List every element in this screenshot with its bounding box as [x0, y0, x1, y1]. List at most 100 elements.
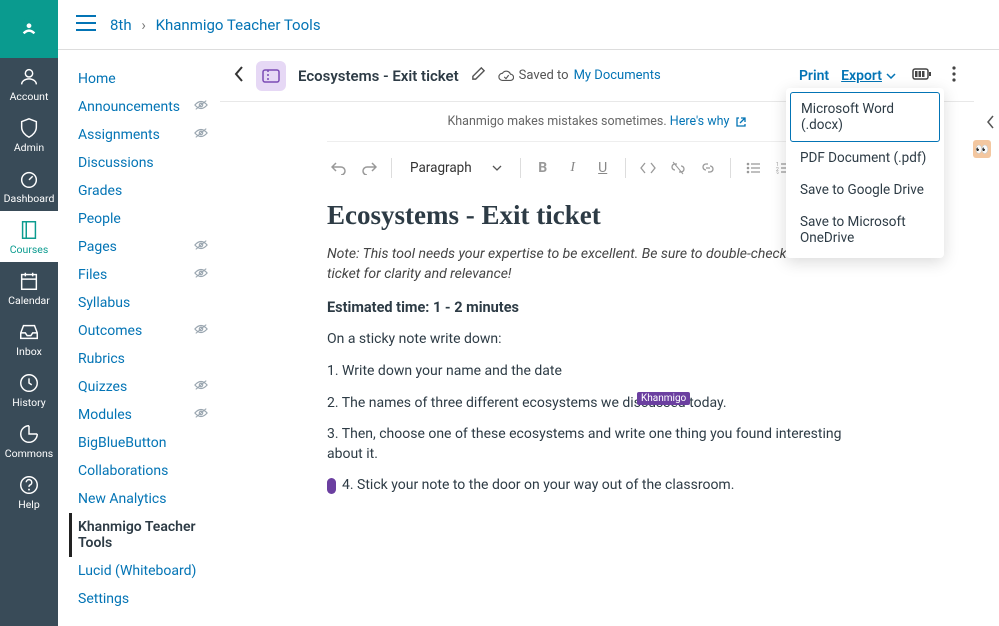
coursenav-collaborations[interactable]: Collaborations [78, 457, 208, 485]
export-option-gdrive[interactable]: Save to Google Drive [790, 174, 940, 206]
undo-icon[interactable] [327, 156, 351, 180]
info-text: Khanmigo makes mistakes sometimes. [447, 114, 666, 129]
print-button[interactable]: Print [799, 68, 829, 84]
nav-label: Admin [14, 141, 44, 154]
more-icon[interactable] [948, 62, 960, 90]
course-item-label: Files [78, 267, 107, 283]
chevron-down-icon [492, 165, 502, 171]
hidden-icon [194, 99, 208, 115]
coursenav-home[interactable]: Home [78, 65, 208, 93]
course-item-label: Announcements [78, 99, 180, 115]
course-item-label: Modules [78, 407, 132, 423]
course-item-label: Discussions [78, 155, 154, 171]
coursenav-assignments[interactable]: Assignments [78, 121, 208, 149]
course-item-label: People [78, 211, 121, 227]
globalnav-courses[interactable]: Courses [0, 211, 58, 262]
logo-icon [16, 16, 42, 42]
app-logo[interactable] [0, 0, 58, 58]
chevron-down-icon [886, 73, 896, 79]
cloud-check-icon [498, 69, 514, 83]
globalnav-history[interactable]: History [0, 364, 58, 415]
info-link[interactable]: Here's why [670, 114, 730, 129]
globalnav-admin[interactable]: Admin [0, 109, 58, 160]
khanmigo-tag: Khanmigo [637, 392, 690, 405]
underline-icon[interactable]: U [591, 156, 615, 180]
cursor-indicator [327, 478, 336, 494]
clock-icon [18, 372, 40, 394]
nav-label: Dashboard [4, 192, 55, 205]
redo-icon[interactable] [357, 156, 381, 180]
export-option-docx[interactable]: Microsoft Word (.docx) [790, 92, 940, 142]
shield-icon [18, 117, 40, 139]
format-select[interactable]: Paragraph [402, 156, 510, 180]
coursenav-files[interactable]: Files [78, 261, 208, 289]
coursenav-syllabus[interactable]: Syllabus [78, 289, 208, 317]
hidden-icon [194, 239, 208, 255]
course-item-label: New Analytics [78, 491, 166, 507]
hidden-icon [194, 407, 208, 423]
coursenav-quizzes[interactable]: Quizzes [78, 373, 208, 401]
link-icon[interactable] [696, 156, 720, 180]
globalnav-commons[interactable]: Commons [0, 415, 58, 466]
course-item-label: Quizzes [78, 379, 127, 395]
doc-item: 3. Then, choose one of these ecosystems … [327, 425, 867, 464]
coursenav-pages[interactable]: Pages [78, 233, 208, 261]
coursenav-lucid-whiteboard-[interactable]: Lucid (Whiteboard) [78, 557, 208, 585]
gauge-icon [18, 168, 40, 190]
export-option-onedrive[interactable]: Save to Microsoft OneDrive [790, 206, 940, 254]
ticket-icon [256, 61, 286, 91]
user-icon [18, 66, 40, 88]
export-option-pdf[interactable]: PDF Document (.pdf) [790, 142, 940, 174]
coursenav-new-analytics[interactable]: New Analytics [78, 485, 208, 513]
italic-icon[interactable]: I [561, 156, 585, 180]
bold-icon[interactable]: B [531, 156, 555, 180]
export-button[interactable]: Export [841, 68, 896, 84]
coursenav-bigbluebutton[interactable]: BigBlueButton [78, 429, 208, 457]
course-item-label: Syllabus [78, 295, 130, 311]
battery-icon[interactable] [908, 64, 936, 88]
coursenav-people[interactable]: People [78, 205, 208, 233]
globalnav-dashboard[interactable]: Dashboard [0, 160, 58, 211]
course-nav: Home Announcements Assignments Discussions G… [78, 65, 208, 613]
coursenav-discussions[interactable]: Discussions [78, 149, 208, 177]
back-icon[interactable] [234, 66, 244, 86]
breadcrumb-course[interactable]: 8th [110, 16, 132, 34]
globalnav-help[interactable]: Help [0, 466, 58, 517]
nav-label: Courses [10, 243, 49, 256]
hidden-icon [194, 379, 208, 395]
unlink-icon[interactable] [666, 156, 690, 180]
hidden-icon [194, 267, 208, 283]
export-menu: Microsoft Word (.docx) PDF Document (.pd… [786, 88, 944, 258]
coursenav-modules[interactable]: Modules [78, 401, 208, 429]
breadcrumb-sep: › [141, 16, 146, 34]
course-item-label: BigBlueButton [78, 435, 166, 451]
coursenav-outcomes[interactable]: Outcomes [78, 317, 208, 345]
globalnav-calendar[interactable]: Calendar [0, 262, 58, 313]
saved-text: Saved to [519, 68, 569, 83]
breadcrumb-tool[interactable]: Khanmigo Teacher Tools [156, 16, 321, 34]
globalnav-account[interactable]: Account [0, 58, 58, 109]
doc-item: 1. Write down your name and the date [327, 362, 867, 382]
nav-label: Calendar [8, 294, 50, 307]
doc-item-text: 4. Stick your note to the door on your w… [342, 477, 734, 493]
bullet-list-icon[interactable] [741, 156, 765, 180]
collapse-panel-icon[interactable] [987, 115, 995, 133]
edit-title-icon[interactable] [471, 66, 486, 85]
coursenav-khanmigo-teacher-tools[interactable]: Khanmigo Teacher Tools [69, 513, 208, 557]
breadcrumb: 8th › Khanmigo Teacher Tools [110, 16, 321, 34]
hamburger-icon[interactable] [76, 15, 96, 35]
doc-item: 4. Stick your note to the door on your w… [327, 476, 867, 496]
nav-label: History [12, 396, 45, 409]
coursenav-grades[interactable]: Grades [78, 177, 208, 205]
saved-link[interactable]: My Documents [574, 68, 661, 83]
coursenav-rubrics[interactable]: Rubrics [78, 345, 208, 373]
help-icon [18, 474, 40, 496]
khanmigo-avatar[interactable]: 👀 [973, 140, 991, 158]
globalnav-inbox[interactable]: Inbox [0, 313, 58, 364]
coursenav-settings[interactable]: Settings [78, 585, 208, 613]
book-icon [18, 219, 40, 241]
nav-label: Inbox [16, 345, 42, 358]
course-item-label: Outcomes [78, 323, 142, 339]
code-icon[interactable] [636, 156, 660, 180]
coursenav-announcements[interactable]: Announcements [78, 93, 208, 121]
